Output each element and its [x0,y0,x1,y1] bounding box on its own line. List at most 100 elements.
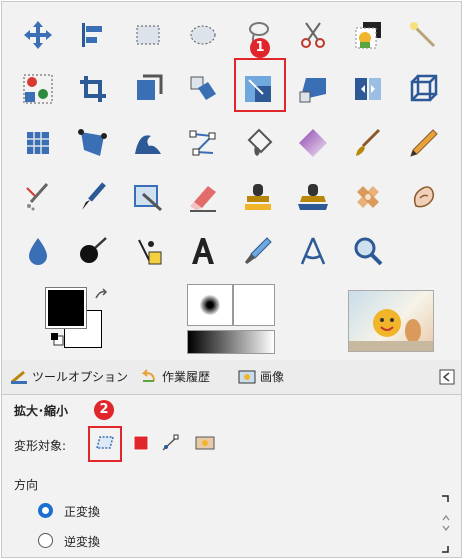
annotation-badge-1: 1 [250,38,270,58]
cage-transform-tool-button[interactable] [395,62,450,116]
swap-colors-icon[interactable] [94,288,110,302]
foreground-select-icon [355,22,381,49]
tab-undo-history-label: 作業履歴 [162,370,211,384]
eraser-tool-button[interactable] [175,170,230,224]
gradient-preview[interactable] [187,330,275,354]
radio-forward-transform[interactable] [38,503,53,518]
magic-wand-icon [409,22,435,48]
color-swatches[interactable] [45,287,116,348]
select-by-color-icon [23,74,52,104]
unified-transform-tool-button[interactable] [10,116,65,170]
color-picker-tool-button[interactable] [230,224,285,278]
foreground-select-tool-button[interactable] [340,8,395,62]
scale-icon [190,76,216,100]
paths-icon [189,130,215,156]
dock-tab-bar: ツールオプション 作業履歴 画像 [2,360,461,395]
mypaint-brush-icon [133,185,162,212]
select-by-color-tool-button[interactable] [10,62,65,116]
smudge-icon [413,186,434,208]
tab-images[interactable]: 画像 [238,368,284,385]
rotate-tool-button[interactable] [120,62,175,116]
ink-icon [81,182,106,210]
toolbox-panel: 1 ツールオプション 作業履歴 画像 拡大･縮小 2 変形対象: 方向 正変換 … [1,1,462,558]
tool-options-title: 拡大･縮小 [14,404,69,418]
ellipse-select-tool-button[interactable] [175,8,230,62]
paintbrush-icon [355,128,380,156]
transform-image-button[interactable] [194,433,216,453]
path-select-icon [137,239,161,265]
tool-grid [10,8,458,278]
transform-selection-button[interactable] [130,433,152,453]
align-icon [81,23,102,47]
cage-icon [410,74,437,102]
annotation-badge-2: 2 [94,400,114,420]
unified-transform-icon [26,132,49,154]
radio-backward-label[interactable]: 逆変換 [64,533,100,550]
radio-forward-label[interactable]: 正変換 [64,503,100,520]
clone-tool-button[interactable] [230,170,285,224]
smudge-tool-button[interactable] [395,170,450,224]
warp-tool-button[interactable] [120,116,175,170]
tab-tool-options-label: ツールオプション [32,370,129,384]
rect-select-icon [136,25,159,45]
flip-icon [354,78,381,100]
pencil-icon [409,129,438,157]
move-tool-button[interactable] [10,8,65,62]
text-select-tool-button[interactable] [120,224,175,278]
radio-backward-transform[interactable] [38,533,53,548]
tab-images-label: 画像 [260,370,285,384]
crop-tool-button[interactable] [65,62,120,116]
scissors-select-tool-button[interactable] [285,8,340,62]
gradient-icon [298,129,327,157]
perspective-icon [299,78,326,103]
paths-tool-button[interactable] [175,116,230,170]
text-tool-button[interactable] [175,224,230,278]
dodge-burn-icon [79,237,107,263]
eyedropper-icon [244,237,272,264]
path-transform-icon [162,434,179,451]
mypaint-brush-tool-button[interactable] [120,170,175,224]
fuzzy-select-tool-button[interactable] [395,8,450,62]
blur-sharpen-tool-button[interactable] [10,224,65,278]
scale-tool-button[interactable] [175,62,230,116]
layer-transform-icon [96,436,114,449]
zoom-tool-button[interactable] [340,224,395,278]
tool-options-icon [11,370,27,384]
handle-transform-tool-button[interactable] [65,116,120,170]
dodge-burn-tool-button[interactable] [65,224,120,278]
measure-tool-button[interactable] [285,224,340,278]
crop-icon [79,76,106,102]
pattern-preview[interactable] [233,284,275,326]
airbrush-tool-button[interactable] [10,170,65,224]
perspective-tool-button[interactable] [285,62,340,116]
tab-undo-history[interactable]: 作業履歴 [140,368,210,385]
pencil-tool-button[interactable] [395,116,450,170]
scissors-icon [300,22,325,48]
brush-preview[interactable] [187,284,233,326]
direction-label: 方向 [14,478,39,492]
ink-tool-button[interactable] [65,170,120,224]
warp-icon [134,135,161,154]
transform-layer-button[interactable] [94,433,116,453]
flip-tool-button[interactable] [340,62,395,116]
perspective-clone-tool-button[interactable] [285,170,340,224]
tab-tool-options[interactable]: ツールオプション [10,368,128,385]
default-colors-icon[interactable] [50,332,64,346]
ellipse-select-icon [190,25,215,45]
transform-path-button[interactable] [160,433,182,453]
bandage-icon [356,186,379,208]
transform-target-label: 変形対象: [14,439,67,453]
handle-transform-icon [77,129,107,156]
heal-tool-button[interactable] [340,170,395,224]
rect-select-tool-button[interactable] [120,8,175,62]
dock-menu-icon[interactable] [439,369,455,385]
options-scroll-indicator[interactable] [440,494,452,554]
compass-measure-icon [300,237,325,265]
magnifier-icon [354,237,382,266]
bucket-fill-tool-button[interactable] [230,116,285,170]
foreground-color-swatch[interactable] [45,287,87,329]
blend-tool-button[interactable] [285,116,340,170]
active-image-thumbnail[interactable] [348,290,434,352]
paintbrush-tool-button[interactable] [340,116,395,170]
align-tool-button[interactable] [65,8,120,62]
